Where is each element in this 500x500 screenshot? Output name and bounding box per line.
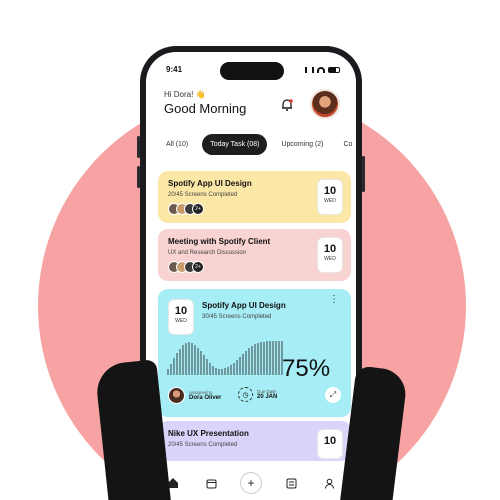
assignee-name: Dora Oliver: [189, 395, 222, 401]
tab-upcoming[interactable]: Upcoming (2): [275, 134, 329, 155]
tab-today-task[interactable]: Today Task (08): [202, 134, 268, 155]
task-title: Spotify App UI Design: [202, 301, 286, 310]
task-title: Spotify App UI Design: [168, 179, 252, 188]
date-badge: 10 WED: [317, 179, 343, 215]
date-badge: 10 WED: [168, 299, 194, 335]
avatar[interactable]: [310, 89, 340, 119]
date-day: 10: [174, 305, 188, 317]
date-day: 10: [323, 435, 337, 447]
profile-icon[interactable]: [320, 474, 338, 492]
task-subtitle: UX and Research Discussion: [168, 250, 247, 256]
task-subtitle: 20/45 Screens Completed: [168, 192, 238, 198]
battery-icon: [328, 66, 340, 73]
date-day: 10: [323, 185, 337, 197]
status-bar: 9:41: [166, 65, 340, 74]
date-weekday: WED: [324, 198, 336, 204]
volume-down-button: [137, 166, 140, 188]
volume-up-button: [137, 136, 140, 158]
more-options-icon[interactable]: ⋮: [329, 295, 339, 305]
task-card[interactable]: Spotify App UI Design 20/45 Screens Comp…: [158, 171, 351, 223]
date-day: 10: [323, 243, 337, 255]
bell-icon[interactable]: [280, 98, 294, 112]
phone-frame: 9:41 Hi Dora! 👋 Good Morning All (10) To…: [137, 46, 365, 500]
expand-icon[interactable]: ⤢: [325, 387, 341, 403]
clock-icon: ◷: [238, 387, 253, 402]
more-members-badge: 2+: [192, 261, 204, 273]
task-card-expanded[interactable]: 10 WED Spotify App UI Design 30/45 Scree…: [158, 289, 351, 417]
greeting-block: Hi Dora! 👋 Good Morning: [164, 90, 246, 116]
task-title: Nike UX Presentation: [168, 429, 249, 438]
phone-screen: 9:41 Hi Dora! 👋 Good Morning All (10) To…: [146, 52, 356, 500]
member-avatars: 2+: [168, 203, 204, 215]
task-tabs: All (10) Today Task (08) Upcoming (2) Co: [160, 134, 356, 155]
bottom-nav: +: [146, 462, 356, 500]
date-badge: 10: [317, 429, 343, 459]
date-weekday: WED: [175, 318, 187, 324]
date-badge: 10 WED: [317, 237, 343, 273]
calendar-icon[interactable]: [202, 474, 220, 492]
more-members-badge: 2+: [192, 203, 204, 215]
add-icon[interactable]: +: [240, 472, 262, 494]
list-icon[interactable]: [282, 474, 300, 492]
member-avatars: 2+: [168, 261, 204, 273]
signal-icon: [305, 66, 314, 73]
tab-all[interactable]: All (10): [160, 134, 194, 155]
greeting-text: Hi Dora! 👋: [164, 90, 206, 99]
task-title: Meeting with Spotify Client: [168, 237, 271, 246]
due-date: ◷ Due Date 20 JAN: [238, 387, 277, 402]
task-subtitle: 30/45 Screens Completed: [202, 314, 272, 320]
assignee: Assigned to Dora Oliver: [168, 387, 221, 404]
task-subtitle: 20/45 Screens Completed: [168, 442, 238, 448]
date-weekday: WED: [324, 256, 336, 262]
status-time: 9:41: [166, 65, 183, 74]
task-card[interactable]: Meeting with Spotify Client UX and Resea…: [158, 229, 351, 281]
task-card[interactable]: Nike UX Presentation 20/45 Screens Compl…: [158, 421, 351, 461]
progress-wave-graphic: [167, 341, 283, 375]
power-button: [362, 156, 365, 192]
due-date-value: 20 JAN: [257, 394, 278, 400]
tab-completed[interactable]: Co: [338, 134, 357, 155]
page-title: Good Morning: [164, 101, 247, 116]
wifi-icon: [317, 66, 325, 73]
avatar: [168, 387, 185, 404]
progress-percent: 75%: [282, 355, 331, 382]
